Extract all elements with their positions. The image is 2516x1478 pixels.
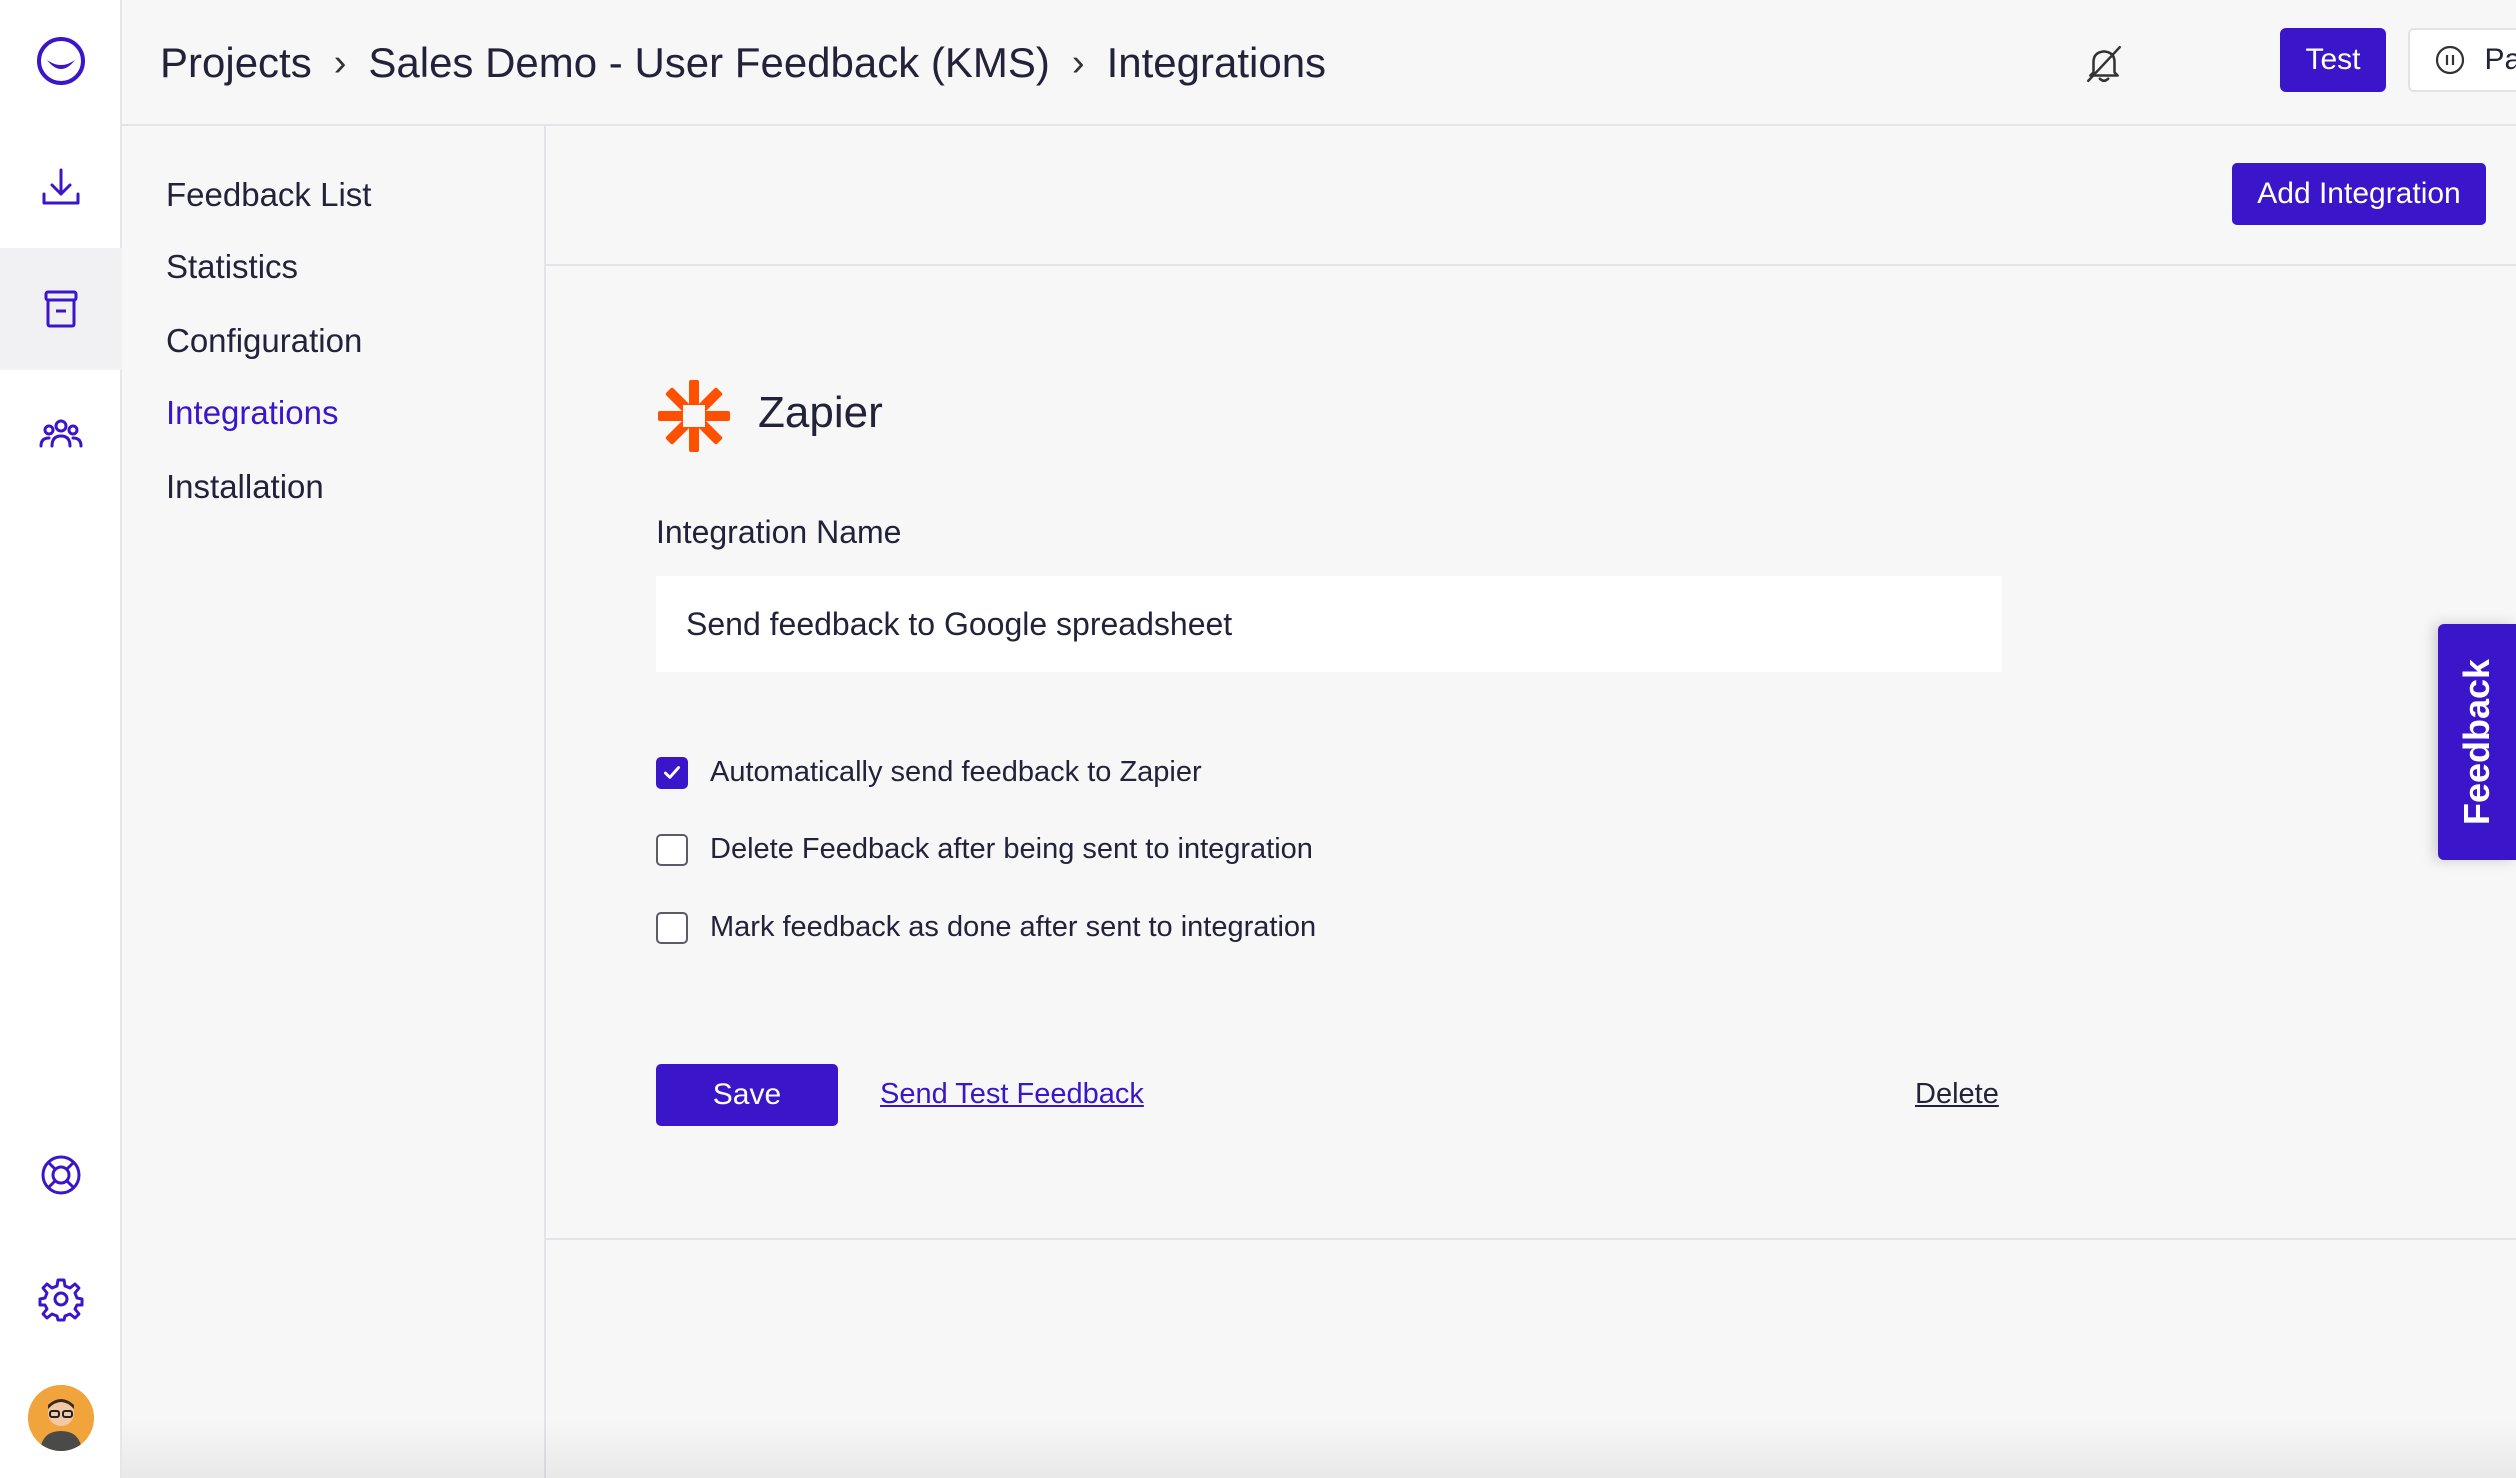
- chevron-right-icon: ›: [1071, 41, 1085, 84]
- top-bar: Projects › Sales Demo - User Feedback (K…: [122, 0, 2516, 126]
- check-icon: [663, 765, 681, 779]
- bottom-fade: [122, 1418, 2516, 1478]
- auto-send-checkbox[interactable]: [656, 756, 688, 789]
- breadcrumb-current: Integrations: [1106, 39, 1327, 86]
- nav-integrations[interactable]: Integrations: [166, 394, 338, 432]
- auto-send-option[interactable]: Automatically send feedback to Zapier: [656, 756, 1202, 789]
- nav-feedback-list[interactable]: Feedback List: [166, 176, 371, 214]
- nav-statistics[interactable]: Statistics: [166, 248, 298, 286]
- pause-button[interactable]: Pause: [2408, 28, 2516, 92]
- breadcrumb-project[interactable]: Sales Demo - User Feedback (KMS): [368, 39, 1050, 87]
- inbox-icon[interactable]: [0, 248, 122, 370]
- delete-after-send-label: Delete Feedback after being sent to inte…: [710, 833, 1313, 865]
- mark-done-option[interactable]: Mark feedback as done after sent to inte…: [656, 911, 1316, 944]
- bell-off-icon[interactable]: [2078, 38, 2130, 90]
- feedback-tab[interactable]: Feedback: [2438, 624, 2516, 860]
- integration-name-label: Integration Name: [656, 514, 902, 550]
- chevron-right-icon: ›: [333, 41, 347, 84]
- gear-icon[interactable]: [0, 1238, 122, 1360]
- project-nav: Feedback List Statistics Configuration I…: [122, 126, 546, 1478]
- mark-done-checkbox[interactable]: [656, 911, 688, 944]
- save-button[interactable]: Save: [656, 1064, 838, 1126]
- breadcrumb: Projects › Sales Demo - User Feedback (K…: [160, 0, 1326, 126]
- delete-after-send-checkbox[interactable]: [656, 833, 688, 866]
- breadcrumb-projects[interactable]: Projects: [160, 39, 312, 87]
- test-button[interactable]: Test: [2280, 28, 2386, 92]
- pause-icon: [2436, 45, 2465, 75]
- zapier-logo-icon: [658, 380, 730, 452]
- delete-link[interactable]: Delete: [1915, 1078, 1999, 1111]
- auto-send-label: Automatically send feedback to Zapier: [710, 756, 1202, 788]
- users-icon[interactable]: [0, 372, 122, 494]
- integrations-header: Add Integration: [546, 126, 2516, 266]
- feedback-tab-label: Feedback: [2456, 658, 2498, 826]
- delete-after-send-option[interactable]: Delete Feedback after being sent to inte…: [656, 833, 1313, 866]
- icon-rail: [0, 0, 122, 1478]
- nav-installation[interactable]: Installation: [166, 468, 324, 506]
- send-test-feedback-link[interactable]: Send Test Feedback: [880, 1078, 1144, 1111]
- avatar[interactable]: [28, 1385, 94, 1451]
- nav-configuration[interactable]: Configuration: [166, 322, 362, 360]
- add-integration-button[interactable]: Add Integration: [2232, 163, 2486, 225]
- mark-done-label: Mark feedback as done after sent to inte…: [710, 911, 1317, 943]
- logo-icon[interactable]: [0, 0, 122, 122]
- integration-name-input[interactable]: [656, 576, 2002, 672]
- pause-label: Pause: [2484, 43, 2516, 76]
- lifebuoy-icon[interactable]: [0, 1114, 122, 1236]
- integration-card: Zapier Integration Name Automatically se…: [546, 266, 2516, 1240]
- download-icon[interactable]: [0, 126, 122, 248]
- integration-title: Zapier: [758, 388, 883, 437]
